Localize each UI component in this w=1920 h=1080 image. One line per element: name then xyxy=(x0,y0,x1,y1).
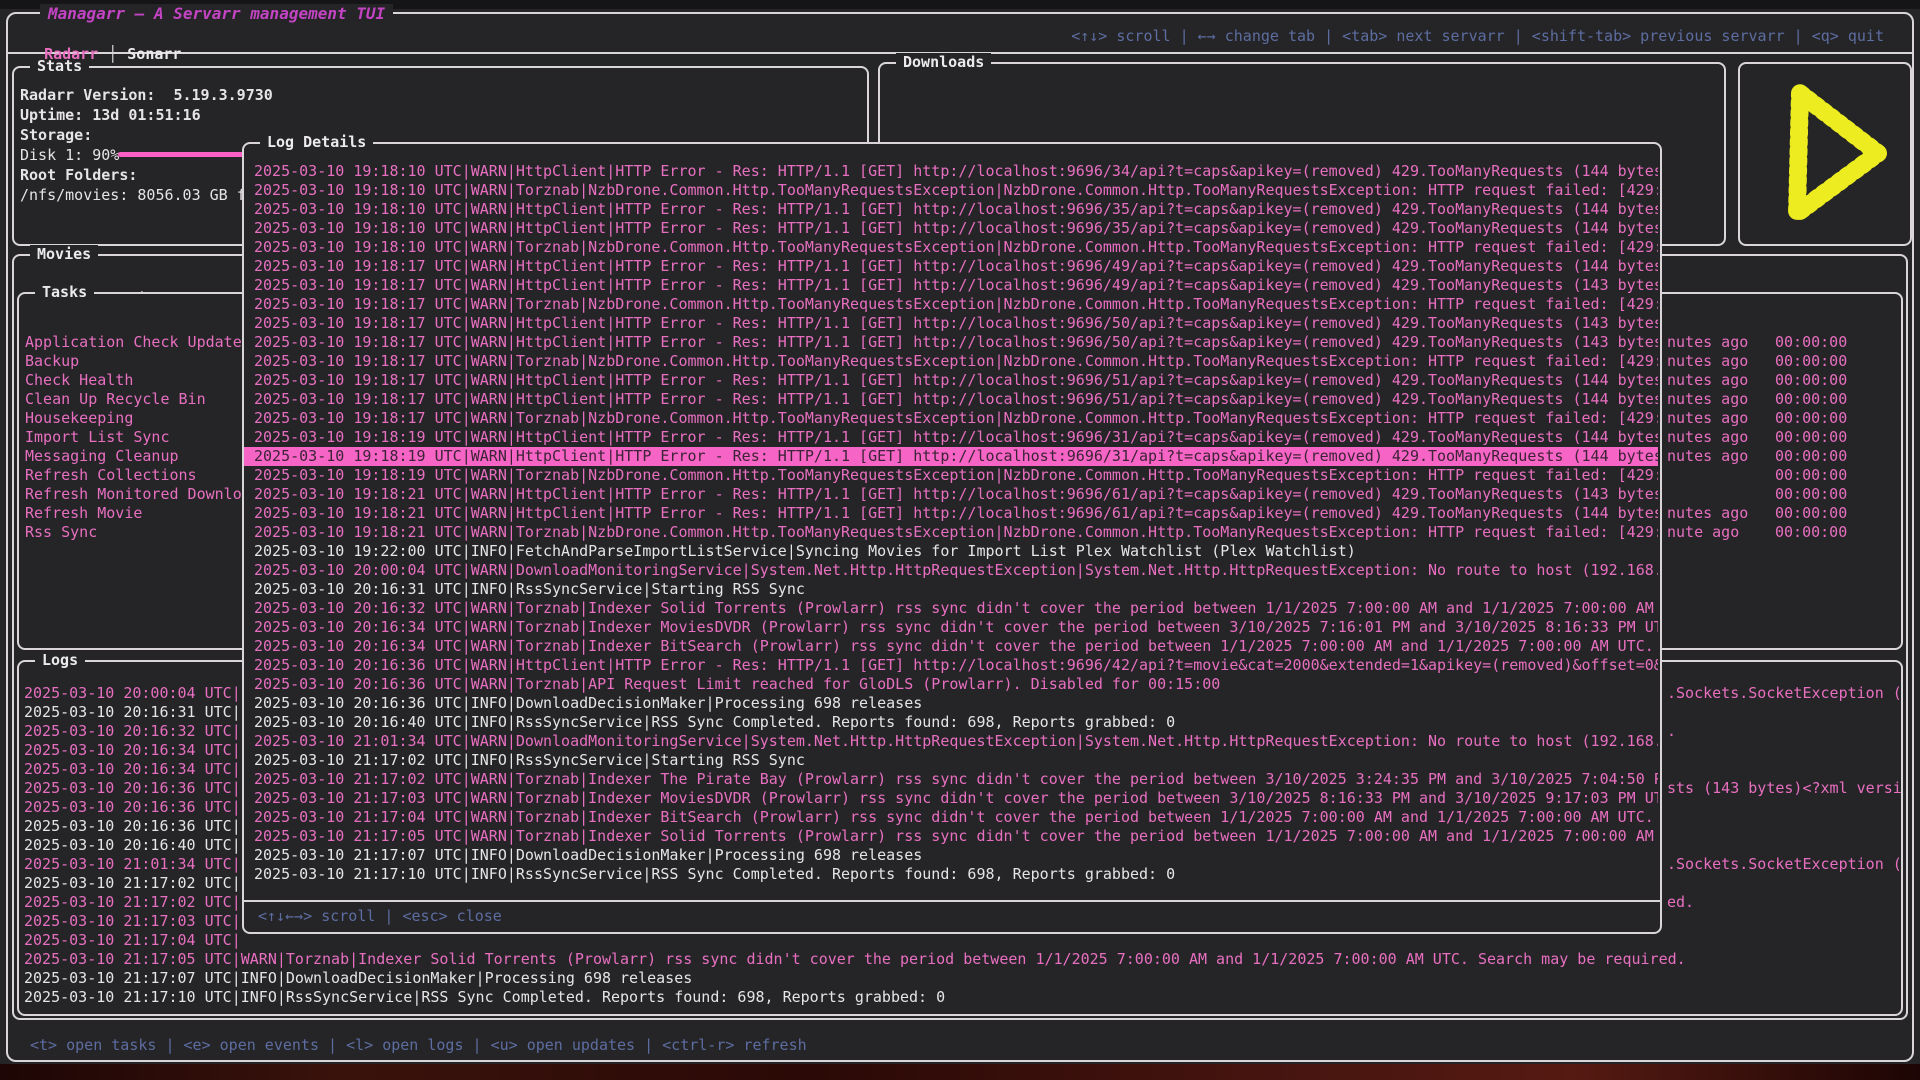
stats-root-folders-label: Root Folders: xyxy=(20,166,137,185)
log-modal-keybindings: <↑↓←→> scroll | <esc> close xyxy=(244,900,1660,932)
log-detail-row[interactable]: 2025-03-10 19:18:21 UTC|WARN|HttpClient|… xyxy=(254,504,1658,523)
log-detail-row[interactable]: 2025-03-10 20:16:36 UTC|WARN|HttpClient|… xyxy=(254,656,1658,675)
log-list-row[interactable]: 2025-03-10 21:17:07 UTC|INFO|DownloadDec… xyxy=(19,969,1901,988)
tasks-panel-title: Tasks xyxy=(35,283,94,302)
log-detail-row[interactable]: 2025-03-10 20:16:36 UTC|WARN|Torznab|API… xyxy=(254,675,1658,694)
movies-panel-title: Movies xyxy=(30,245,98,264)
bottom-keybindings: <t> open tasks | <e> open events | <l> o… xyxy=(30,1036,807,1055)
servarr-tabs: Radarr│Sonarr xyxy=(26,26,181,64)
stats-root-folder-value: /nfs/movies: 8056.03 GB f xyxy=(20,186,246,205)
stats-storage-label: Storage: xyxy=(20,126,92,145)
log-detail-row[interactable]: 2025-03-10 19:18:21 UTC|WARN|Torznab|Nzb… xyxy=(254,523,1658,542)
log-detail-row[interactable]: 2025-03-10 21:17:07 UTC|INFO|DownloadDec… xyxy=(254,846,1658,865)
log-details-modal: Log Details 2025-03-10 19:18:10 UTC|WARN… xyxy=(242,142,1662,934)
log-detail-row[interactable]: 2025-03-10 19:18:10 UTC|WARN|HttpClient|… xyxy=(254,219,1658,238)
log-detail-row[interactable]: 2025-03-10 20:16:31 UTC|INFO|RssSyncServ… xyxy=(254,580,1658,599)
log-detail-row-selected[interactable]: 2025-03-10 19:18:19 UTC|WARN|HttpClient|… xyxy=(244,447,1658,466)
log-modal-title: Log Details xyxy=(260,133,373,152)
logo-panel xyxy=(1738,62,1912,246)
log-detail-row[interactable]: 2025-03-10 19:18:19 UTC|WARN|HttpClient|… xyxy=(254,428,1658,447)
log-detail-row[interactable]: 2025-03-10 19:18:17 UTC|WARN|HttpClient|… xyxy=(254,333,1658,352)
log-detail-row[interactable]: 2025-03-10 21:17:02 UTC|INFO|RssSyncServ… xyxy=(254,751,1658,770)
log-detail-row[interactable]: 2025-03-10 19:18:17 UTC|WARN|HttpClient|… xyxy=(254,257,1658,276)
log-detail-row[interactable]: 2025-03-10 19:18:10 UTC|WARN|HttpClient|… xyxy=(254,162,1658,181)
log-detail-row[interactable]: 2025-03-10 19:18:17 UTC|WARN|HttpClient|… xyxy=(254,314,1658,333)
log-detail-row[interactable]: 2025-03-10 20:16:34 UTC|WARN|Torznab|Ind… xyxy=(254,637,1658,656)
log-detail-row[interactable]: 2025-03-10 21:17:04 UTC|WARN|Torznab|Ind… xyxy=(254,808,1658,827)
log-detail-row[interactable]: 2025-03-10 20:16:32 UTC|WARN|Torznab|Ind… xyxy=(254,599,1658,618)
stats-version-label: Radarr Version: xyxy=(20,86,155,104)
log-detail-row[interactable]: 2025-03-10 19:18:17 UTC|WARN|Torznab|Nzb… xyxy=(254,409,1658,428)
top-keybindings: <↑↓> scroll | ←→ change tab | <tab> next… xyxy=(1071,27,1884,46)
tab-radarr[interactable]: Radarr xyxy=(44,45,98,63)
log-detail-row[interactable]: 2025-03-10 19:18:17 UTC|WARN|Torznab|Nzb… xyxy=(254,352,1658,371)
log-detail-row[interactable]: 2025-03-10 19:18:17 UTC|WARN|HttpClient|… xyxy=(254,276,1658,295)
log-modal-rows: 2025-03-10 19:18:10 UTC|WARN|HttpClient|… xyxy=(254,162,1658,884)
log-detail-row[interactable]: 2025-03-10 20:16:40 UTC|INFO|RssSyncServ… xyxy=(254,713,1658,732)
tab-separator: │ xyxy=(98,45,127,63)
app-title: Managarr – A Servarr management TUI xyxy=(40,4,393,23)
log-list-row[interactable]: 2025-03-10 21:17:05 UTC|WARN|Torznab|Ind… xyxy=(19,950,1901,969)
stats-disk-label: Disk 1: 90% xyxy=(20,146,119,165)
log-detail-row[interactable]: 2025-03-10 19:18:10 UTC|WARN|HttpClient|… xyxy=(254,200,1658,219)
log-detail-row[interactable]: 2025-03-10 19:22:00 UTC|INFO|FetchAndPar… xyxy=(254,542,1658,561)
log-detail-row[interactable]: 2025-03-10 19:18:17 UTC|WARN|HttpClient|… xyxy=(254,390,1658,409)
managarr-play-logo-icon xyxy=(1752,74,1902,234)
log-detail-row[interactable]: 2025-03-10 19:18:10 UTC|WARN|Torznab|Nzb… xyxy=(254,238,1658,257)
log-detail-row[interactable]: 2025-03-10 21:01:34 UTC|WARN|DownloadMon… xyxy=(254,732,1658,751)
desktop-bottom-strip xyxy=(0,1064,1920,1080)
log-detail-row[interactable]: 2025-03-10 19:18:19 UTC|WARN|Torznab|Nzb… xyxy=(254,466,1658,485)
log-detail-row[interactable]: 2025-03-10 21:17:03 UTC|WARN|Torznab|Ind… xyxy=(254,789,1658,808)
downloads-panel-title: Downloads xyxy=(896,53,991,72)
log-detail-row[interactable]: 2025-03-10 20:00:04 UTC|WARN|DownloadMon… xyxy=(254,561,1658,580)
log-detail-row[interactable]: 2025-03-10 19:18:17 UTC|WARN|Torznab|Nzb… xyxy=(254,295,1658,314)
logs-panel-title: Logs xyxy=(35,651,85,670)
log-detail-row[interactable]: 2025-03-10 20:16:34 UTC|WARN|Torznab|Ind… xyxy=(254,618,1658,637)
log-detail-row[interactable]: 2025-03-10 20:16:36 UTC|INFO|DownloadDec… xyxy=(254,694,1658,713)
log-detail-row[interactable]: 2025-03-10 19:18:17 UTC|WARN|HttpClient|… xyxy=(254,371,1658,390)
tab-sonarr[interactable]: Sonarr xyxy=(127,45,181,63)
log-detail-row[interactable]: 2025-03-10 21:17:05 UTC|WARN|Torznab|Ind… xyxy=(254,827,1658,846)
log-detail-row[interactable]: 2025-03-10 21:17:10 UTC|INFO|RssSyncServ… xyxy=(254,865,1658,884)
stats-uptime: Uptime: 13d 01:51:16 xyxy=(20,106,201,125)
log-detail-row[interactable]: 2025-03-10 19:18:21 UTC|WARN|HttpClient|… xyxy=(254,485,1658,504)
disk-usage-gauge xyxy=(118,152,244,157)
log-detail-row[interactable]: 2025-03-10 21:17:02 UTC|WARN|Torznab|Ind… xyxy=(254,770,1658,789)
stats-version-line: Radarr Version:5.19.3.9730 xyxy=(20,86,273,105)
stats-version-value: 5.19.3.9730 xyxy=(155,86,272,104)
log-detail-row[interactable]: 2025-03-10 19:18:10 UTC|WARN|Torznab|Nzb… xyxy=(254,181,1658,200)
log-list-row[interactable]: 2025-03-10 21:17:10 UTC|INFO|RssSyncServ… xyxy=(19,988,1901,1007)
